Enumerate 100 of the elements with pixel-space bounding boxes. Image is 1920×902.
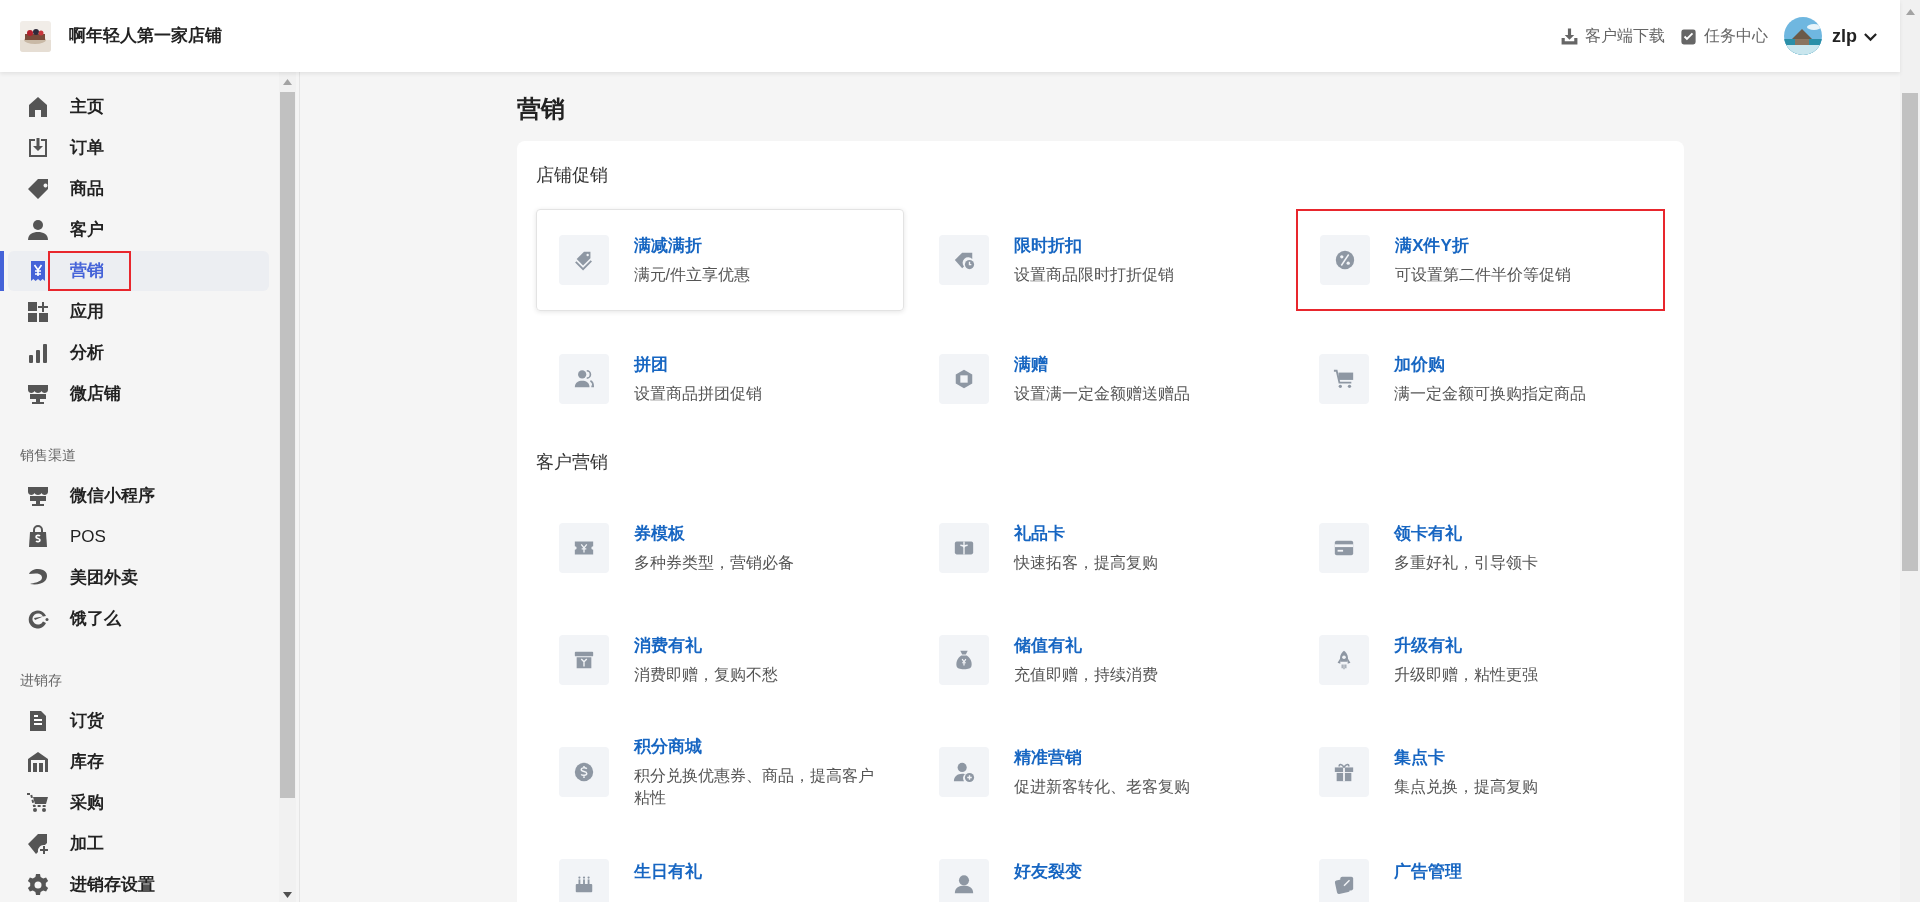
page-title: 营销 [516,94,566,124]
promotion-card[interactable]: 集点卡 集点兑换，提高复购 [1296,721,1665,823]
promotion-title[interactable]: 升级有礼 [1394,634,1539,658]
coin-icon [572,761,595,783]
tags-icon [572,249,595,271]
promotion-description: 积分兑换优惠券、商品，提高客户粘性 [633,766,875,808]
sidebar-section-title: 销售渠道 [19,445,77,465]
sidebar-item[interactable]: 加工 [8,824,269,864]
sidebar-item[interactable]: POS [8,517,269,557]
sidebar-item[interactable]: 订单 [8,128,269,168]
section-heading: 客户营销 [535,451,609,474]
tag-icon [26,177,50,201]
promotion-description: 快速拓客，提高复购 [1013,553,1158,573]
user-menu[interactable]: zlp [1832,22,1878,50]
promotion-title[interactable]: 精准营销 [1013,746,1190,770]
promotion-description: 消费即赠，复购不愁 [633,665,778,685]
promotion-title[interactable]: 消费有礼 [633,634,778,658]
promotion-title[interactable]: 礼品卡 [1013,522,1158,546]
promotion-title[interactable]: 券模板 [633,522,794,546]
promotion-card[interactable]: 拼团 设置商品拼团促销 [535,328,904,430]
promotion-card[interactable]: 礼品卡 快速拓客，提高复购 [915,497,1285,599]
sidebar-item[interactable]: 微信小程序 [8,476,269,516]
sidebar-item[interactable]: 进销存设置 [8,865,269,902]
scroll-up-icon[interactable] [283,79,292,85]
settings-icon [26,873,50,897]
sidebar-item[interactable]: 采购 [8,783,269,823]
promotion-description: 可设置第二件半价等促销 [1395,265,1572,285]
sidebar-item[interactable]: 订货 [8,701,269,741]
tag-plus-icon [26,832,50,856]
promotion-description: 促进新客转化、老客复购 [1013,777,1190,797]
sidebar-item[interactable]: 主页 [8,87,269,127]
promotion-description: 多种券类型，营销必备 [633,553,794,573]
promotion-card[interactable]: 广告管理 [1296,833,1665,902]
scroll-up-icon[interactable] [1905,9,1915,15]
sidebar-item[interactable]: 库存 [8,742,269,782]
store-name: 啊年轻人第一家店铺 [69,25,222,48]
promotion-description: 多重好礼，引导领卡 [1394,553,1539,573]
promotion-description: 升级即赠，粘性更强 [1394,665,1539,685]
person-icon [952,873,975,895]
person-plus-icon [952,761,975,783]
promotion-card[interactable]: 满X件Y折 可设置第二件半价等促销 [1296,209,1665,311]
promotion-title[interactable]: 满减满折 [633,234,750,258]
clipboard-check-icon [1679,26,1698,46]
promotion-title[interactable]: 储值有礼 [1013,634,1158,658]
section-heading: 店铺促销 [535,164,609,187]
promotion-card[interactable]: 生日有礼 [535,833,904,902]
promotion-card[interactable]: 消费有礼 消费即赠，复购不愁 [535,609,904,711]
promotion-title[interactable]: 加价购 [1394,353,1587,377]
sidebar-item[interactable]: 客户 [8,210,269,250]
users-icon [572,368,595,390]
promotion-title[interactable]: 集点卡 [1394,746,1539,770]
cart-icon [26,791,50,815]
promotion-description: 设置商品限时打折促销 [1013,265,1174,285]
promotion-title[interactable]: 领卡有礼 [1394,522,1539,546]
sidebar-item[interactable]: 微店铺 [8,374,269,414]
sidebar-item[interactable]: 分析 [8,333,269,373]
sidebar-item[interactable]: 美团外卖 [8,558,269,598]
circle-arrow-icon [26,607,50,631]
promotion-card[interactable]: 升级有礼 升级即赠，粘性更强 [1296,609,1665,711]
bar-chart-icon [26,341,50,365]
promotion-card[interactable]: 积分商城 积分兑换优惠券、商品，提高客户粘性 [535,721,904,823]
promotion-card[interactable]: 满减满折 满元/件立享优惠 [535,209,904,311]
promotion-title[interactable]: 满赠 [1013,353,1190,377]
header-link[interactable]: 任务中心 [1679,24,1768,48]
download-icon [1560,26,1579,46]
promotion-title[interactable]: 拼团 [633,353,762,377]
promotion-title[interactable]: 生日有礼 [633,860,702,884]
promotion-card[interactable]: 限时折扣 设置商品限时打折促销 [915,209,1285,311]
scroll-thumb[interactable] [280,92,295,798]
promotion-card[interactable]: 领卡有礼 多重好礼，引导领卡 [1296,497,1665,599]
scroll-down-icon[interactable] [283,892,292,898]
promotion-card[interactable]: 储值有礼 充值即赠，持续消费 [915,609,1285,711]
promotion-description: 设置满一定金额赠送赠品 [1013,384,1190,404]
sidebar-item[interactable]: 应用 [8,292,269,332]
promotion-card[interactable]: 精准营销 促进新客转化、老客复购 [915,721,1285,823]
warehouse-icon [26,750,50,774]
promotion-title[interactable]: 好友裂变 [1013,860,1082,884]
percent-coin-icon [1334,249,1357,271]
scroll-thumb[interactable] [1902,93,1918,571]
promotion-card[interactable]: 好友裂变 [915,833,1285,902]
download-tray-icon [26,136,50,160]
promotion-card[interactable]: 券模板 多种券类型，营销必备 [535,497,904,599]
sidebar-section-title: 进销存 [19,670,63,690]
sidebar-item[interactable]: 饿了么 [8,599,269,639]
promotion-card[interactable]: 满赠 设置满一定金额赠送赠品 [915,328,1285,430]
storefront-icon [26,484,50,508]
promotion-description: 满元/件立享优惠 [633,265,750,285]
promotion-card[interactable]: 加价购 满一定金额可换购指定商品 [1296,328,1665,430]
promotion-title[interactable]: 积分商城 [633,735,887,759]
selection-bar [0,251,4,291]
gift-icon [1333,761,1356,783]
promotion-description: 满一定金额可换购指定商品 [1394,384,1587,404]
promotion-title[interactable]: 限时折扣 [1013,234,1174,258]
promotion-description: 设置商品拼团促销 [633,384,762,404]
header-link[interactable]: 客户端下载 [1560,24,1665,48]
promotion-title[interactable]: 满X件Y折 [1395,234,1572,258]
apps-icon [26,300,50,324]
cart-icon [1333,368,1356,390]
sidebar-item[interactable]: 商品 [8,169,269,209]
promotion-title[interactable]: 广告管理 [1394,860,1463,884]
